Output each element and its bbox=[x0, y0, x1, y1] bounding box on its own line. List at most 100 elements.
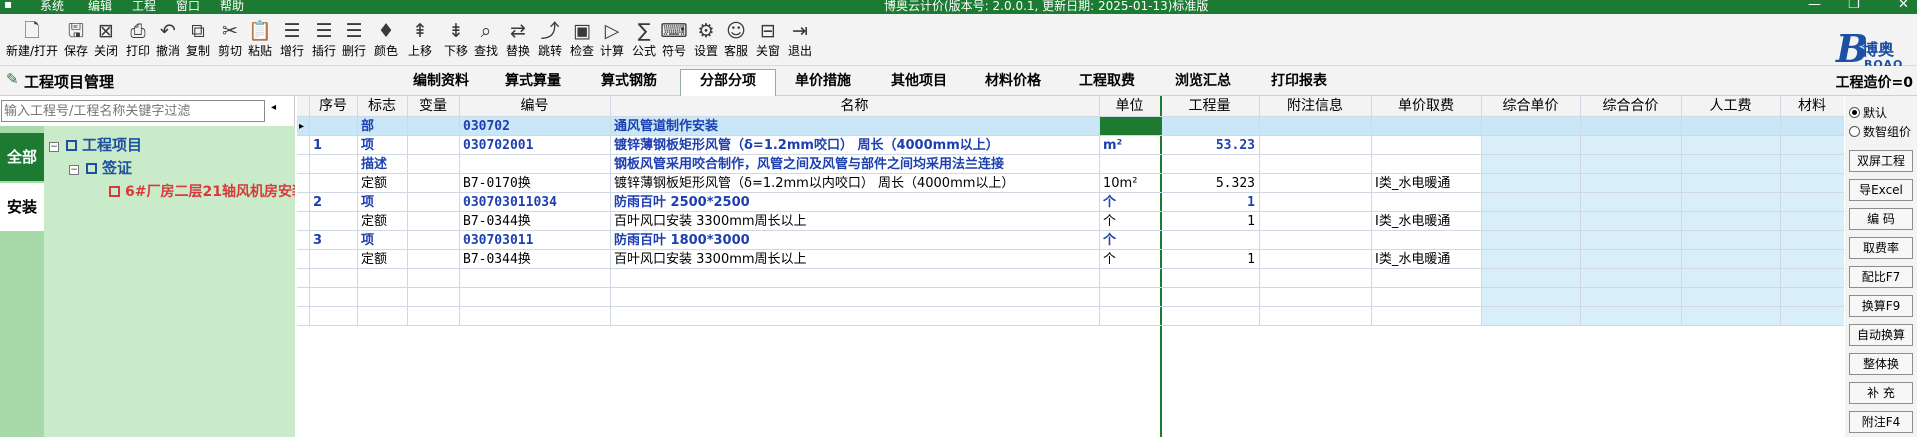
tab-0[interactable]: 编制资料 bbox=[398, 71, 484, 95]
cell-unit[interactable]: 个 bbox=[1100, 250, 1160, 269]
cell-var[interactable] bbox=[408, 231, 459, 250]
cell-unit[interactable]: 10m² bbox=[1100, 174, 1160, 193]
cell-fee[interactable]: Ⅰ类_水电暖通 bbox=[1372, 212, 1481, 231]
toolbar-button-exit[interactable]: ⇥ 退出 bbox=[780, 18, 820, 58]
column-header[interactable]: 单价取费 bbox=[1371, 96, 1481, 117]
cell-qty[interactable] bbox=[1161, 117, 1259, 136]
column-header[interactable]: 综合单价 bbox=[1481, 96, 1580, 117]
column-header[interactable]: 名称 bbox=[610, 96, 1099, 117]
cell-note[interactable] bbox=[1260, 212, 1371, 231]
cell-qty[interactable]: 1 bbox=[1161, 212, 1259, 231]
cell-var[interactable] bbox=[408, 117, 459, 136]
column-header[interactable]: 综合合价 bbox=[1580, 96, 1681, 117]
toolbar-button-new-file[interactable]: 🗋 新建/打开 bbox=[4, 18, 60, 58]
column-header[interactable]: 序号 bbox=[309, 96, 357, 117]
side-button-8[interactable]: 补 充 bbox=[1849, 382, 1913, 404]
cell-code[interactable]: 030703011 bbox=[460, 231, 610, 250]
collapse-panel-icon[interactable]: ◂ bbox=[271, 102, 276, 113]
side-button-6[interactable]: 自动换算 bbox=[1849, 324, 1913, 346]
cell-qty[interactable] bbox=[1161, 231, 1259, 250]
cell-name[interactable]: 防雨百叶 1800*3000 bbox=[611, 231, 1099, 250]
tab-9[interactable]: 打印报表 bbox=[1256, 71, 1342, 95]
cell-qty[interactable]: 1 bbox=[1161, 250, 1259, 269]
close-icon[interactable]: ✕ bbox=[1898, 0, 1909, 12]
column-header[interactable]: 标志 bbox=[357, 96, 407, 117]
collapse-toggle-icon[interactable]: − bbox=[69, 165, 79, 175]
cell-code[interactable]: 030702 bbox=[460, 117, 610, 136]
cell-note[interactable] bbox=[1260, 231, 1371, 250]
column-header[interactable]: 材料 bbox=[1780, 96, 1844, 117]
column-header[interactable]: 单位 bbox=[1099, 96, 1160, 117]
cell-var[interactable] bbox=[408, 193, 459, 212]
side-button-0[interactable]: 双屏工程 bbox=[1849, 150, 1913, 172]
vtab-all[interactable]: 全部 bbox=[0, 133, 44, 181]
cell-note[interactable] bbox=[1260, 250, 1371, 269]
cell-seq[interactable] bbox=[310, 174, 357, 193]
menu-edit[interactable]: 编辑 bbox=[88, 0, 112, 14]
cell-flag[interactable]: 部 bbox=[358, 117, 407, 136]
cell-code[interactable]: B7-0170换 bbox=[460, 174, 610, 193]
cell-seq[interactable] bbox=[310, 212, 357, 231]
vtab-install[interactable]: 安装 bbox=[0, 183, 44, 231]
tab-6[interactable]: 材料价格 bbox=[970, 71, 1056, 95]
side-button-4[interactable]: 配比F7 bbox=[1849, 266, 1913, 288]
maximize-icon[interactable]: ❐ bbox=[1848, 0, 1860, 12]
cell-code[interactable]: 030702001 bbox=[460, 136, 610, 155]
cell-unit[interactable] bbox=[1100, 155, 1160, 174]
cell-flag[interactable]: 项 bbox=[358, 193, 407, 212]
column-header[interactable]: 工程量 bbox=[1160, 96, 1259, 117]
cell-note[interactable] bbox=[1260, 155, 1371, 174]
cell-code[interactable]: 030703011034 bbox=[460, 193, 610, 212]
cell-seq[interactable] bbox=[310, 117, 357, 136]
cell-fee[interactable] bbox=[1372, 155, 1481, 174]
cell-note[interactable] bbox=[1260, 117, 1371, 136]
tab-8[interactable]: 浏览汇总 bbox=[1160, 71, 1246, 95]
cell-unit[interactable]: 个 bbox=[1100, 193, 1160, 212]
cell-fee[interactable]: Ⅰ类_水电暖通 bbox=[1372, 250, 1481, 269]
cell-fee[interactable] bbox=[1372, 193, 1481, 212]
cell-qty[interactable]: 1 bbox=[1161, 193, 1259, 212]
cell-code[interactable] bbox=[460, 155, 610, 174]
menu-system[interactable]: 系统 bbox=[40, 0, 64, 14]
cell-var[interactable] bbox=[408, 174, 459, 193]
side-button-3[interactable]: 取费率 bbox=[1849, 237, 1913, 259]
cell-var[interactable] bbox=[408, 250, 459, 269]
tree-node-project[interactable]: 6#厂房二层21轴风机房安装 bbox=[109, 181, 295, 201]
column-header[interactable]: 附注信息 bbox=[1259, 96, 1371, 117]
cell-name[interactable]: 通风管道制作安装 bbox=[611, 117, 1099, 136]
cell-flag[interactable]: 定额 bbox=[358, 174, 407, 193]
cell-name[interactable]: 镀锌薄钢板矩形风管（δ=1.2mm以内咬口） 周长（4000mm以上） bbox=[611, 174, 1099, 193]
cell-var[interactable] bbox=[408, 212, 459, 231]
cell-unit[interactable]: m² bbox=[1100, 136, 1160, 155]
tree-node-root[interactable]: − 工程项目 bbox=[49, 134, 142, 155]
cell-note[interactable] bbox=[1260, 193, 1371, 212]
tab-7[interactable]: 工程取费 bbox=[1064, 71, 1150, 95]
cell-var[interactable] bbox=[408, 155, 459, 174]
side-button-9[interactable]: 附注F4 bbox=[1849, 411, 1913, 433]
cell-flag[interactable]: 定额 bbox=[358, 212, 407, 231]
side-button-1[interactable]: 导Excel bbox=[1849, 179, 1913, 201]
radio-smart-pricing[interactable]: 数智组价 bbox=[1849, 123, 1911, 140]
cell-name[interactable]: 防雨百叶 2500*2500 bbox=[611, 193, 1099, 212]
minimize-icon[interactable]: — bbox=[1808, 0, 1821, 12]
side-button-7[interactable]: 整体换 bbox=[1849, 353, 1913, 375]
radio-dot[interactable] bbox=[1849, 126, 1860, 137]
tab-3[interactable]: 分部分项 bbox=[680, 69, 776, 96]
cell-flag[interactable]: 描述 bbox=[358, 155, 407, 174]
column-header[interactable]: 人工费 bbox=[1681, 96, 1780, 117]
side-button-5[interactable]: 换算F9 bbox=[1849, 295, 1913, 317]
cell-note[interactable] bbox=[1260, 174, 1371, 193]
tab-1[interactable]: 算式算量 bbox=[490, 71, 576, 95]
menu-project[interactable]: 工程 bbox=[132, 0, 156, 14]
toolbar-button-move-up[interactable]: ⇞ 上移 bbox=[400, 18, 440, 58]
cell-flag[interactable]: 定额 bbox=[358, 250, 407, 269]
cell-unit[interactable]: 个 bbox=[1100, 212, 1160, 231]
tab-5[interactable]: 其他项目 bbox=[876, 71, 962, 95]
cell-qty[interactable]: 5.323 bbox=[1161, 174, 1259, 193]
cell-name[interactable]: 百叶风口安装 3300mm周长以上 bbox=[611, 212, 1099, 231]
cell-seq[interactable]: 2 bbox=[310, 193, 357, 212]
menu-window[interactable]: 窗口 bbox=[176, 0, 200, 14]
side-button-2[interactable]: 编 码 bbox=[1849, 208, 1913, 230]
cell-qty[interactable] bbox=[1161, 155, 1259, 174]
cell-seq[interactable] bbox=[310, 155, 357, 174]
